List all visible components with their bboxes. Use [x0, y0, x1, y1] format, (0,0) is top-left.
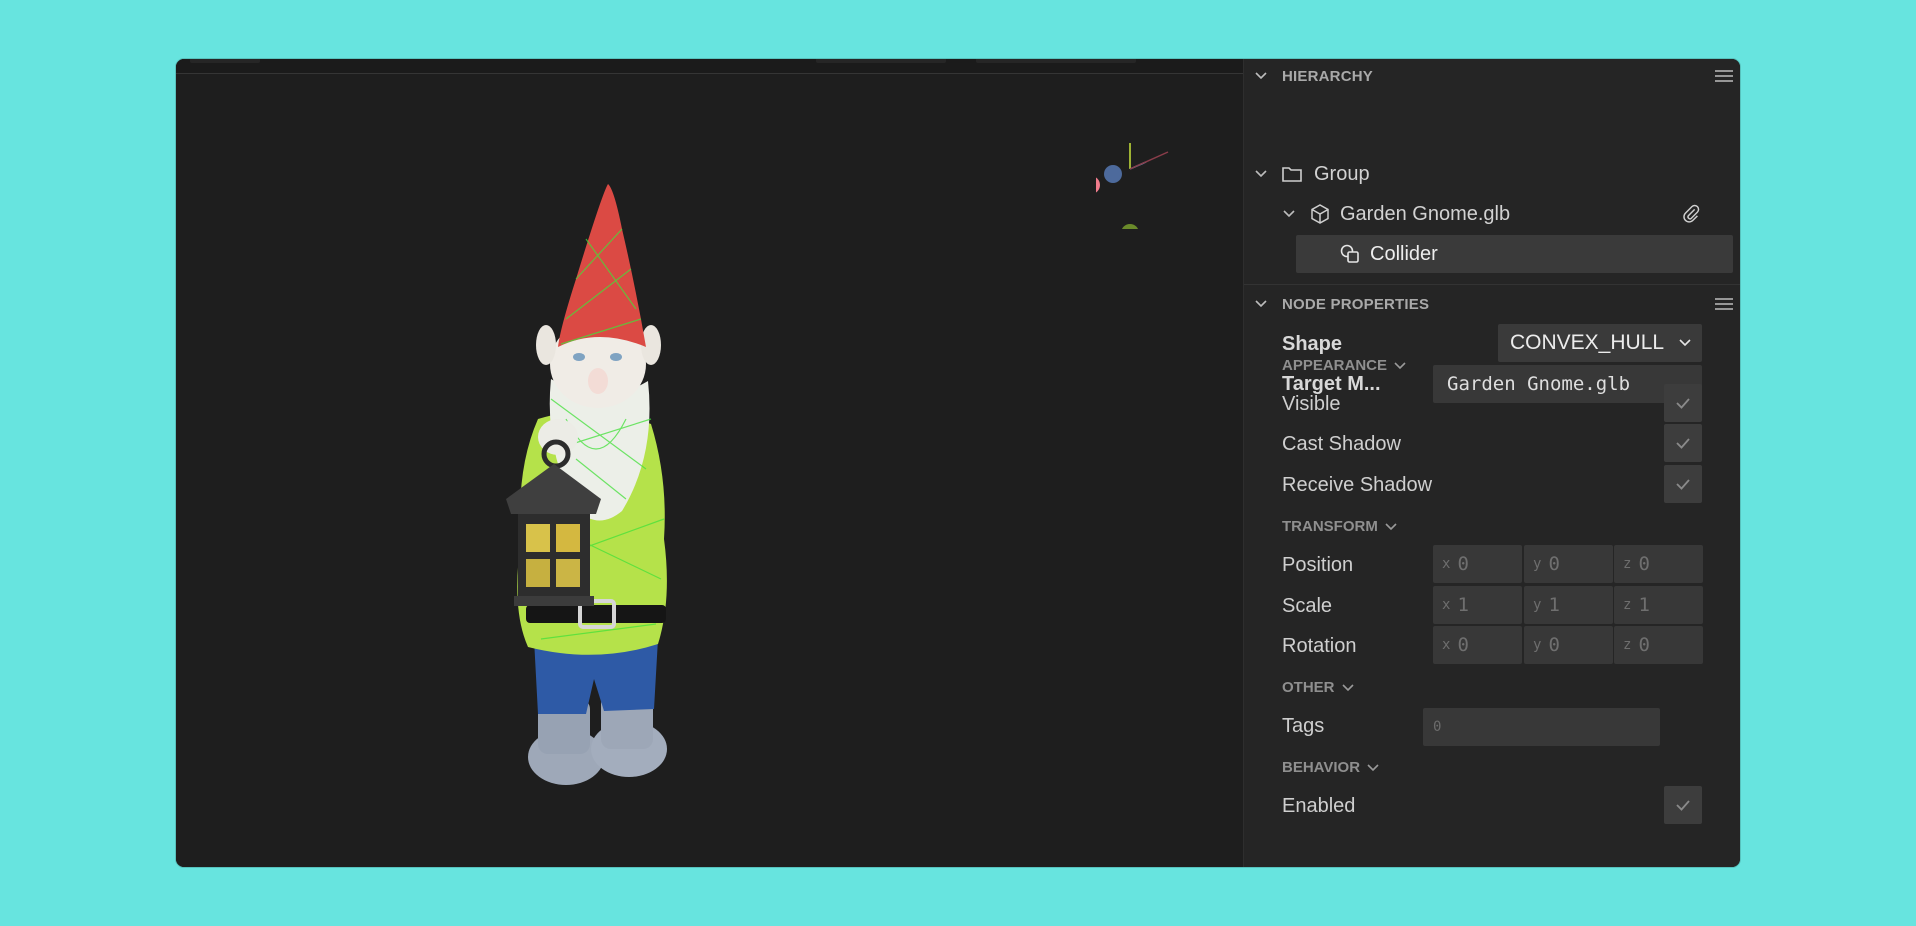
- scale-x-value: 1: [1457, 594, 1469, 616]
- inspector-panel: HIERARCHY Group Garden Gnome.glb Collide…: [1243, 59, 1740, 867]
- node-properties-header[interactable]: NODE PROPERTIES: [1244, 287, 1740, 321]
- 3d-viewport[interactable]: Y Z X: [176, 59, 1389, 867]
- rotation-z-value: 0: [1638, 634, 1650, 656]
- chevron-down-icon[interactable]: [1282, 207, 1296, 221]
- chevron-down-icon: [1679, 339, 1691, 347]
- target-mesh-field[interactable]: Garden Gnome.glb: [1433, 365, 1702, 403]
- axis-label: z: [1623, 637, 1632, 653]
- shape-label: Shape: [1282, 333, 1343, 355]
- tree-item-group[interactable]: Group: [1254, 155, 1370, 193]
- axis-label: z: [1623, 556, 1632, 572]
- toolbar-tab[interactable]: [816, 59, 946, 63]
- tree-item-garden-gnome[interactable]: Garden Gnome.glb: [1282, 195, 1702, 233]
- receive-shadow-label: Receive Shadow: [1282, 474, 1433, 496]
- appearance-title: APPEARANCE: [1282, 357, 1388, 374]
- position-x-field[interactable]: x0: [1433, 545, 1522, 583]
- behavior-header[interactable]: BEHAVIOR: [1282, 759, 1380, 776]
- rotation-y-value: 0: [1548, 634, 1560, 656]
- negative-x-handle: [1096, 177, 1100, 193]
- tags-placeholder: 0: [1433, 719, 1442, 735]
- scale-x-field[interactable]: x1: [1433, 586, 1522, 624]
- toolbar-tab[interactable]: [190, 59, 260, 63]
- rotation-label: Rotation: [1282, 635, 1357, 657]
- position-label: Position: [1282, 554, 1354, 576]
- chevron-down-icon: [1385, 522, 1397, 530]
- scale-z-field[interactable]: z1: [1614, 586, 1703, 624]
- menu-icon[interactable]: [1715, 297, 1733, 311]
- visible-label: Visible: [1282, 393, 1341, 415]
- axis-label: y: [1533, 556, 1542, 572]
- chevron-down-icon: [1394, 361, 1406, 369]
- position-z-field[interactable]: z0: [1614, 545, 1703, 583]
- toolbar-tab[interactable]: [976, 59, 1136, 63]
- shapes-icon: [1340, 244, 1359, 263]
- axis-label: y: [1533, 597, 1542, 613]
- check-icon: [1676, 398, 1690, 409]
- appearance-header[interactable]: APPEARANCE: [1282, 357, 1407, 374]
- axis-label: x: [1442, 597, 1451, 613]
- folder-icon: [1282, 167, 1302, 182]
- tree-item-label: Garden Gnome.glb: [1340, 202, 1511, 225]
- viewport-toolbar: [176, 59, 1243, 74]
- rotation-x-field[interactable]: x0: [1433, 626, 1522, 664]
- behavior-title: BEHAVIOR: [1282, 759, 1361, 776]
- axis-label: y: [1533, 637, 1542, 653]
- cast-shadow-label: Cast Shadow: [1282, 433, 1401, 455]
- other-header[interactable]: OTHER: [1282, 679, 1355, 696]
- shape-value: CONVEX_HULL: [1510, 331, 1665, 354]
- check-icon: [1676, 438, 1690, 449]
- paperclip-icon[interactable]: [1680, 203, 1702, 225]
- node-properties-title: NODE PROPERTIES: [1282, 295, 1430, 313]
- transform-header[interactable]: TRANSFORM: [1282, 518, 1398, 535]
- cast-shadow-checkbox[interactable]: [1664, 424, 1702, 462]
- visible-checkbox[interactable]: [1664, 384, 1702, 422]
- scale-y-value: 1: [1548, 594, 1560, 616]
- hierarchy-title: HIERARCHY: [1282, 67, 1373, 85]
- negative-z-handle: [1104, 165, 1122, 183]
- transform-title: TRANSFORM: [1282, 518, 1378, 535]
- target-mesh-value: Garden Gnome.glb: [1447, 373, 1631, 395]
- section-divider: [1244, 284, 1740, 285]
- check-icon: [1676, 800, 1690, 811]
- position-x-value: 0: [1457, 553, 1469, 575]
- chevron-down-icon: [1341, 683, 1354, 691]
- negative-y-handle: [1121, 224, 1139, 229]
- tree-item-collider[interactable]: Collider: [1296, 235, 1733, 273]
- chevron-down-icon[interactable]: [1254, 297, 1268, 311]
- position-y-field[interactable]: y0: [1524, 545, 1613, 583]
- cube-icon: [1311, 204, 1329, 224]
- other-title: OTHER: [1282, 679, 1335, 696]
- tree-item-label: Group: [1314, 162, 1370, 185]
- position-z-value: 0: [1638, 553, 1650, 575]
- scale-label: Scale: [1282, 595, 1333, 617]
- axis-label: z: [1623, 597, 1632, 613]
- rotation-z-field[interactable]: z0: [1614, 626, 1703, 664]
- check-icon: [1676, 479, 1690, 490]
- garden-gnome-model[interactable]: [426, 119, 716, 799]
- enabled-label: Enabled: [1282, 795, 1356, 817]
- enabled-checkbox[interactable]: [1664, 786, 1702, 824]
- rotation-x-value: 0: [1457, 634, 1469, 656]
- axis-gizmo[interactable]: [1096, 89, 1206, 229]
- chevron-down-icon[interactable]: [1254, 69, 1268, 83]
- chevron-down-icon: [1367, 763, 1379, 771]
- axis-label: x: [1442, 556, 1451, 572]
- tree-item-label: Collider: [1370, 242, 1438, 265]
- tags-label: Tags: [1282, 715, 1325, 737]
- tags-input[interactable]: 0: [1423, 708, 1660, 746]
- rotation-y-field[interactable]: y0: [1524, 626, 1613, 664]
- shape-select[interactable]: CONVEX_HULL: [1498, 324, 1702, 362]
- hierarchy-header[interactable]: HIERARCHY: [1244, 59, 1740, 93]
- receive-shadow-checkbox[interactable]: [1664, 465, 1702, 503]
- position-y-value: 0: [1548, 553, 1560, 575]
- menu-icon[interactable]: [1715, 69, 1733, 83]
- editor-window: Y Z X HIERARCHY Group Garden Gnome.glb: [176, 59, 1740, 867]
- scale-y-field[interactable]: y1: [1524, 586, 1613, 624]
- chevron-down-icon[interactable]: [1254, 167, 1268, 181]
- scale-z-value: 1: [1638, 594, 1650, 616]
- axis-label: x: [1442, 637, 1451, 653]
